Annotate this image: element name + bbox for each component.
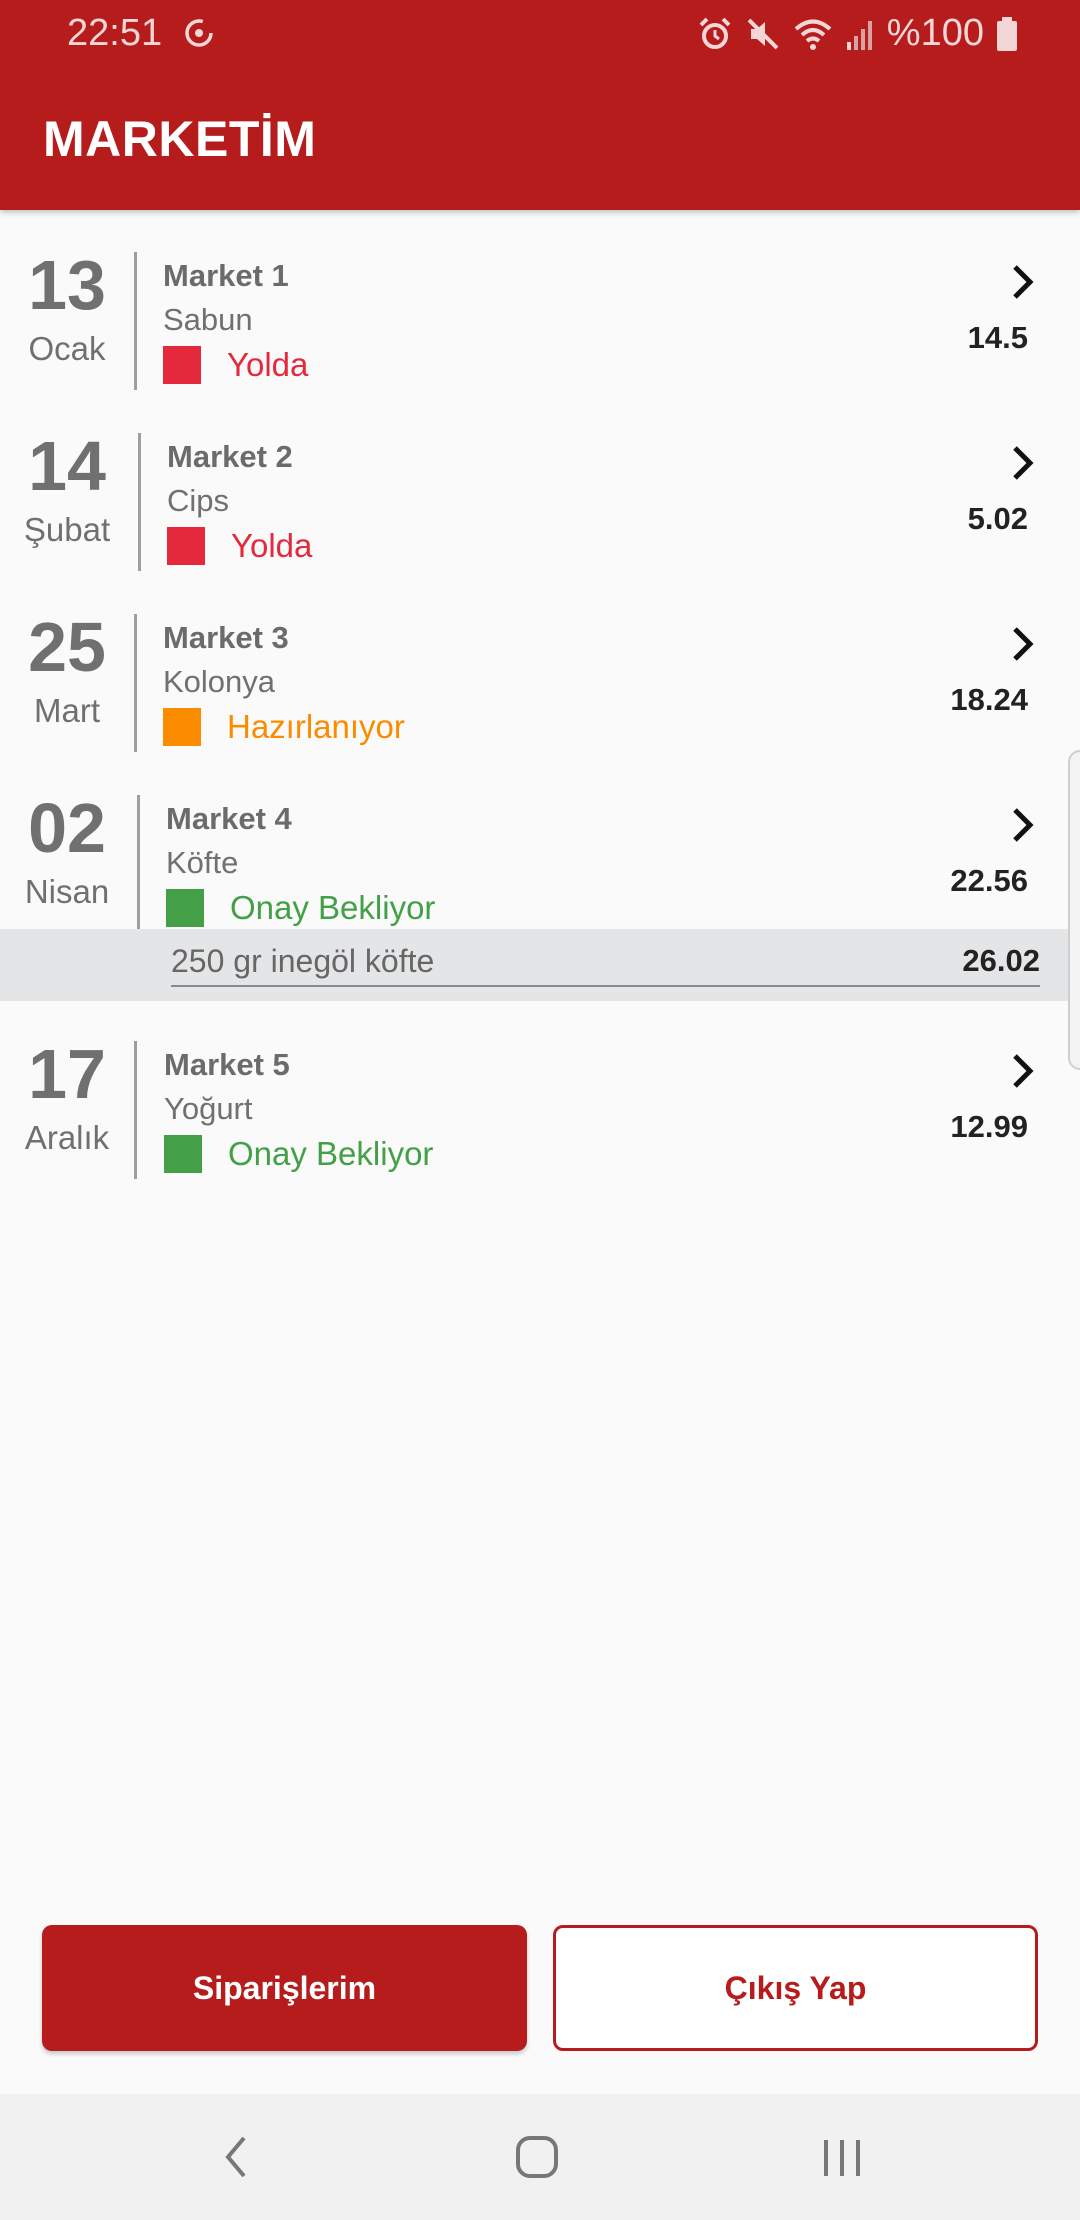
status-text: Onay Bekliyor	[230, 889, 436, 926]
order-info: Market 4 Köfte Onay Bekliyor	[166, 801, 435, 927]
app-title: MARKETİM	[43, 111, 317, 167]
order-date: 25 Mart	[0, 612, 134, 730]
battery-icon	[997, 16, 1017, 51]
status-icons: %100	[697, 12, 1018, 55]
chevron-right-icon[interactable]	[1006, 443, 1040, 483]
order-day: 13	[28, 246, 106, 324]
status-bar: 22:51 %100	[0, 0, 1080, 66]
status-time: 22:51	[67, 12, 163, 54]
product-name: Sabun	[163, 302, 253, 337]
market-name: Market 3	[163, 620, 289, 655]
order-date: 17 Aralık	[0, 1039, 134, 1157]
order-price: 18.24	[950, 682, 1028, 717]
order-info: Market 5 Yoğurt Onay Bekliyor	[164, 1047, 433, 1173]
status-indicator	[164, 1135, 202, 1173]
status-row: Yolda	[167, 527, 312, 565]
detail-underline	[171, 985, 1040, 987]
order-day: 17	[28, 1035, 106, 1113]
divider	[134, 614, 137, 752]
status-text: Onay Bekliyor	[228, 1135, 434, 1172]
order-item[interactable]: 17 Aralık Market 5 Yoğurt Onay Bekliyor …	[0, 999, 1080, 1180]
order-info: Market 1 Sabun Yolda	[163, 258, 308, 384]
order-item[interactable]: 25 Mart Market 3 Kolonya Hazırlanıyor 18…	[0, 572, 1080, 753]
sync-icon	[185, 19, 213, 47]
order-info: Market 3 Kolonya Hazırlanıyor	[163, 620, 405, 746]
order-date: 13 Ocak	[0, 250, 134, 368]
status-indicator	[166, 889, 204, 927]
order-price: 22.56	[950, 863, 1028, 898]
signal-icon	[846, 20, 872, 50]
order-item[interactable]: 14 Şubat Market 2 Cips Yolda 5.02	[0, 391, 1080, 572]
navigation-bar	[0, 2094, 1080, 2220]
scroll-handle[interactable]	[1068, 750, 1080, 1070]
order-day: 02	[28, 789, 106, 867]
order-month: Nisan	[24, 873, 110, 910]
status-text: Hazırlanıyor	[227, 708, 405, 745]
status-text: Yolda	[231, 527, 313, 564]
product-name: Cips	[167, 483, 230, 518]
my-orders-button[interactable]: Siparişlerim	[42, 1925, 527, 2051]
back-icon[interactable]	[218, 2132, 254, 2182]
order-item[interactable]: 02 Nisan Market 4 Köfte Onay Bekliyor 22…	[0, 753, 1080, 934]
order-info: Market 2 Cips Yolda	[167, 439, 312, 565]
order-day: 14	[28, 427, 106, 505]
order-item[interactable]: 13 Ocak Market 1 Sabun Yolda 14.5	[0, 210, 1080, 391]
app-bar: 22:51 %100 MARKETİM	[0, 0, 1080, 210]
order-detail-row: 250 gr inegöl köfte 26.02	[0, 929, 1080, 1001]
divider	[137, 795, 140, 933]
order-price: 12.99	[950, 1109, 1028, 1144]
divider	[134, 252, 137, 390]
order-date: 14 Şubat	[0, 431, 134, 549]
market-name: Market 5	[164, 1047, 290, 1082]
chevron-right-icon[interactable]	[1006, 262, 1040, 302]
market-name: Market 1	[163, 258, 289, 293]
home-icon[interactable]	[514, 2132, 560, 2182]
status-row: Hazırlanıyor	[163, 708, 405, 746]
order-month: Şubat	[23, 511, 111, 548]
mute-icon	[747, 18, 779, 49]
status-text: Yolda	[227, 346, 309, 383]
detail-price: 26.02	[962, 943, 1040, 978]
detail-product-name: 250 gr inegöl köfte	[171, 943, 435, 979]
order-list: 13 Ocak Market 1 Sabun Yolda 14.5 14 Şub…	[0, 210, 1080, 1180]
chevron-right-icon[interactable]	[1006, 624, 1040, 664]
status-indicator	[163, 708, 201, 746]
status-row: Yolda	[163, 346, 308, 384]
order-price: 5.02	[967, 501, 1028, 536]
order-month: Mart	[34, 692, 100, 729]
chevron-right-icon[interactable]	[1006, 805, 1040, 845]
market-name: Market 4	[166, 801, 292, 836]
status-row: Onay Bekliyor	[164, 1135, 433, 1173]
order-price: 14.5	[967, 320, 1028, 355]
divider	[134, 1041, 137, 1179]
product-name: Kolonya	[163, 664, 276, 699]
recent-apps-icon[interactable]	[820, 2132, 864, 2182]
order-month: Aralık	[24, 1119, 110, 1156]
battery-percent: %100	[886, 12, 984, 54]
wifi-icon	[794, 19, 832, 50]
order-date: 02 Nisan	[0, 793, 134, 911]
chevron-right-icon[interactable]	[1006, 1051, 1040, 1091]
status-row: Onay Bekliyor	[166, 889, 435, 927]
divider	[138, 433, 141, 571]
order-month: Ocak	[28, 330, 106, 367]
market-name: Market 2	[167, 439, 293, 474]
status-indicator	[167, 527, 205, 565]
product-name: Yoğurt	[164, 1091, 253, 1126]
product-name: Köfte	[166, 845, 239, 880]
logout-button[interactable]: Çıkış Yap	[553, 1925, 1038, 2051]
alarm-icon	[699, 17, 731, 49]
order-day: 25	[28, 608, 106, 686]
status-indicator	[163, 346, 201, 384]
